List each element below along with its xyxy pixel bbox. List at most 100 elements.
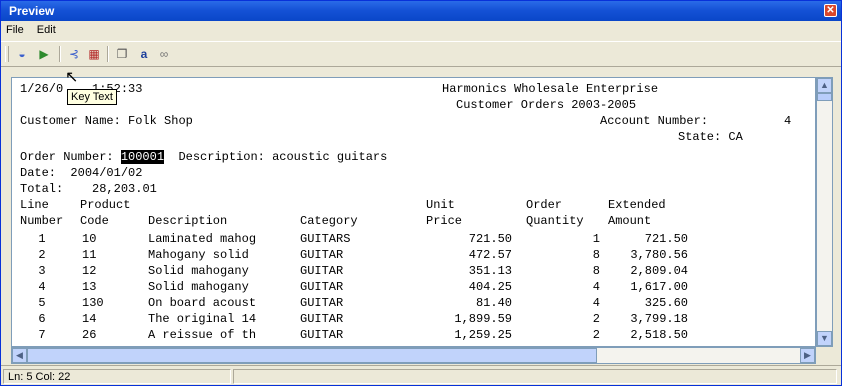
- table-cell: GUITAR: [300, 248, 344, 262]
- table-cell: 472.57: [468, 248, 512, 262]
- table-cell: 2,518.50: [630, 328, 688, 342]
- table-cell: 1,259.25: [454, 328, 512, 342]
- column-header: Quantity: [526, 214, 584, 228]
- scroll-down-button[interactable]: ▼: [817, 331, 832, 346]
- status-bar: Ln: 5 Col: 22: [1, 365, 841, 386]
- table-cell: GUITAR: [300, 280, 344, 294]
- report-view[interactable]: 1/26/0 1:52:33 Harmonics Wholesale Enter…: [11, 77, 816, 347]
- link-icon[interactable]: ∞: [155, 45, 173, 63]
- table-cell: Laminated mahog: [148, 232, 257, 246]
- table-cell: 721.50: [644, 232, 688, 246]
- table-cell: Solid mahogany: [148, 264, 249, 278]
- column-header: Product: [80, 198, 131, 212]
- table-cell: A reissue of th: [148, 328, 257, 342]
- account-number: 4: [784, 114, 792, 128]
- table-cell: 2,809.04: [630, 264, 688, 278]
- close-icon: ✕: [826, 5, 835, 16]
- table-cell: 3,780.56: [630, 248, 688, 262]
- table-cell: 81.40: [475, 296, 512, 310]
- scroll-up-button[interactable]: ▲: [817, 78, 832, 93]
- table-cell: 13: [82, 280, 97, 294]
- status-position: Ln: 5 Col: 22: [3, 369, 231, 384]
- scroll-right-button[interactable]: ▶: [800, 348, 815, 363]
- scroll-corner: [816, 347, 833, 364]
- table-cell: On board acoust: [148, 296, 257, 310]
- table-cell: 4: [38, 280, 46, 294]
- key-text-icon[interactable]: ▶: [35, 45, 53, 63]
- table-cell: 2: [592, 328, 600, 342]
- table-cell: 4: [592, 280, 600, 294]
- table-cell: 7: [38, 328, 46, 342]
- column-header: Line: [20, 198, 49, 212]
- find-icon[interactable]: ◒: [13, 45, 31, 63]
- table-cell: The original 14: [148, 312, 257, 326]
- table-cell: 1,899.59: [454, 312, 512, 326]
- date-line: Date: 2004/01/02: [20, 166, 143, 180]
- table-cell: 8: [592, 248, 600, 262]
- table-cell: 1,617.00: [630, 280, 688, 294]
- toolbar-separator: [107, 46, 109, 62]
- table-cell: 2: [592, 312, 600, 326]
- column-header: Amount: [608, 214, 652, 228]
- column-header: Order: [526, 198, 563, 212]
- table-cell: GUITAR: [300, 312, 344, 326]
- scroll-thumb[interactable]: [817, 93, 832, 101]
- table-cell: 3: [38, 264, 46, 278]
- column-header: Category: [300, 214, 358, 228]
- table-cell: 1: [592, 232, 600, 246]
- order-line: Order Number: 100001 Description: acoust…: [20, 150, 388, 164]
- column-header: Number: [20, 214, 64, 228]
- toolbar-separator: [59, 46, 61, 62]
- menu-edit[interactable]: Edit: [32, 21, 61, 39]
- state-line: State: CA: [678, 130, 743, 144]
- vertical-scrollbar[interactable]: ▲ ▼: [816, 77, 833, 347]
- table-cell: 351.13: [468, 264, 512, 278]
- column-header: Unit: [426, 198, 455, 212]
- column-header: Extended: [608, 198, 666, 212]
- toolbar: ◒ ▶ ⊰ ▦ ❐ a ∞: [1, 41, 841, 67]
- table-cell: GUITAR: [300, 264, 344, 278]
- table-cell: GUITAR: [300, 328, 344, 342]
- scroll-left-button[interactable]: ◀: [12, 348, 27, 363]
- column-header: Price: [426, 214, 463, 228]
- table-cell: 26: [82, 328, 97, 342]
- tooltip: Key Text: [67, 89, 117, 105]
- table-cell: 14: [82, 312, 97, 326]
- table-cell: 5: [38, 296, 46, 310]
- table-cell: 2: [38, 248, 46, 262]
- mouse-cursor-icon: ↖: [65, 69, 79, 86]
- table-cell: 11: [82, 248, 97, 262]
- report-subtitle: Customer Orders 2003-2005: [456, 98, 637, 112]
- table-cell: 8: [592, 264, 600, 278]
- menu-file[interactable]: File: [1, 21, 29, 39]
- toolbar-grip[interactable]: [5, 46, 9, 62]
- table-cell: 3,799.18: [630, 312, 688, 326]
- table-cell: GUITAR: [300, 296, 344, 310]
- close-button[interactable]: ✕: [824, 4, 837, 17]
- horizontal-scrollbar[interactable]: ◀ ▶: [11, 347, 816, 364]
- preview-window: Preview ✕ File Edit ◒ ▶ ⊰ ▦ ❐ a ∞ 1/26/0…: [0, 0, 842, 386]
- table-cell: 4: [592, 296, 600, 310]
- table-cell: Mahogany solid: [148, 248, 249, 262]
- table-cell: 404.25: [468, 280, 512, 294]
- grid-icon[interactable]: ▦: [85, 45, 103, 63]
- table-cell: 721.50: [468, 232, 512, 246]
- table-cell: 10: [82, 232, 97, 246]
- total-line: Total: 28,203.01: [20, 182, 157, 196]
- tree-icon[interactable]: ⊰: [65, 45, 83, 63]
- table-cell: 325.60: [644, 296, 688, 310]
- column-header: Code: [80, 214, 109, 228]
- table-cell: 12: [82, 264, 97, 278]
- copy-icon[interactable]: ❐: [113, 45, 131, 63]
- hscroll-thumb[interactable]: [27, 348, 597, 363]
- table-cell: GUITARS: [300, 232, 351, 246]
- column-header: Description: [148, 214, 228, 228]
- title-bar: Preview ✕: [1, 1, 841, 21]
- window-title: Preview: [9, 4, 55, 18]
- table-cell: Solid mahogany: [148, 280, 249, 294]
- font-icon[interactable]: a: [135, 45, 153, 63]
- order-number[interactable]: 100001: [120, 150, 165, 164]
- table-cell: 6: [38, 312, 46, 326]
- table-cell: 1: [38, 232, 46, 246]
- status-pane-empty: [233, 369, 837, 384]
